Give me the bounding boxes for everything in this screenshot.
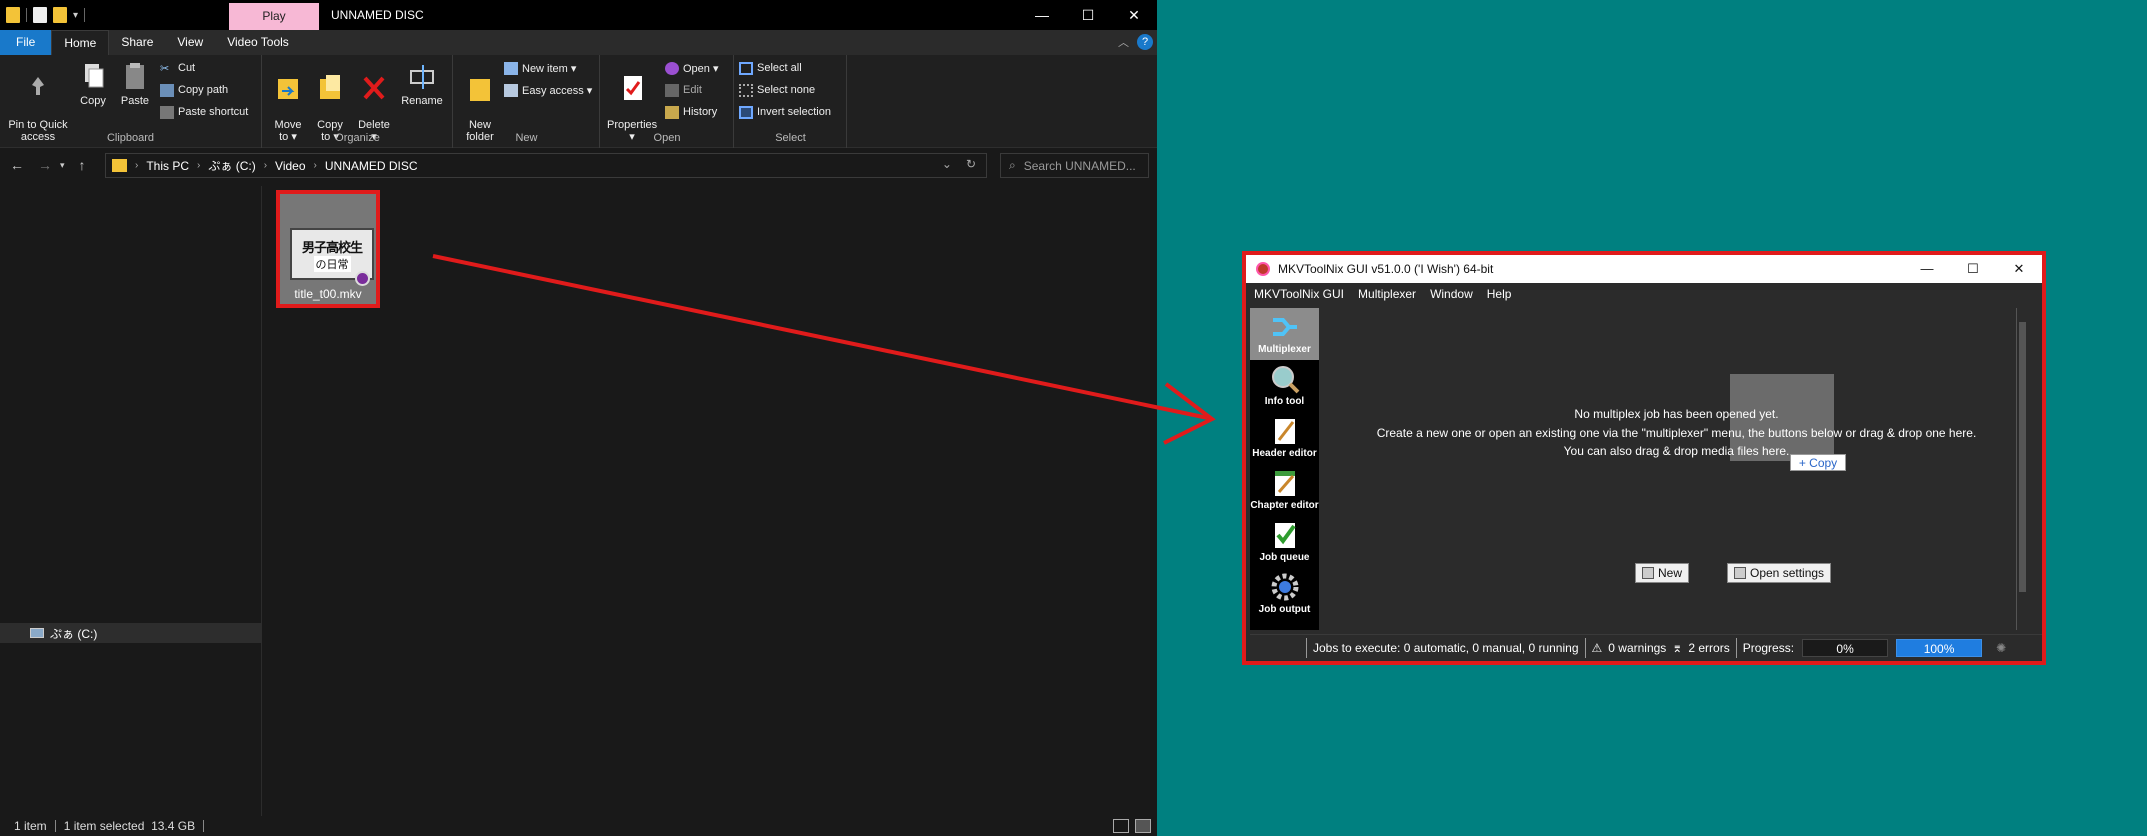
new-button[interactable]: New	[1635, 563, 1690, 583]
open-settings-button[interactable]: Open settings	[1727, 563, 1832, 583]
multiplexer-icon	[1269, 312, 1301, 342]
window-title: MKVToolNix GUI v51.0.0 ('I Wish') 64-bit	[1278, 262, 1494, 276]
divider	[1306, 637, 1307, 658]
divider	[1584, 637, 1586, 658]
menu-multiplexer[interactable]: Multiplexer	[1358, 287, 1416, 301]
create-job-message: Create a new one or open an existing one…	[1376, 426, 1977, 440]
menu-bar: MKVToolNix GUI Multiplexer Window Help	[1246, 283, 2042, 304]
mkvtoolnix-logo-icon	[1256, 262, 1270, 276]
mkvtoolnix-status-bar: Jobs to execute: 0 automatic, 0 manual, …	[1250, 634, 2042, 660]
close-button[interactable]: ✕	[1996, 255, 2042, 283]
sidebar-label: Job output	[1258, 604, 1311, 615]
menu-window[interactable]: Window	[1430, 287, 1473, 301]
gear-icon	[1269, 572, 1301, 602]
maximize-button[interactable]: ☐	[1950, 255, 1996, 283]
chapter-editor-icon	[1269, 468, 1301, 498]
open-settings-icon	[1734, 567, 1746, 579]
scrollbar-thumb[interactable]	[2019, 322, 2026, 592]
vertical-scrollbar[interactable]	[2016, 308, 2028, 630]
current-progress-bar: 0%	[1802, 638, 1889, 657]
mkvtoolnix-titlebar: MKVToolNix GUI v51.0.0 ('I Wish') 64-bit…	[1246, 255, 2042, 283]
sidebar-item-multiplexer[interactable]: Multiplexer	[1250, 308, 1319, 360]
busy-spinner-icon: ✺	[1996, 640, 2007, 655]
jobs-to-execute: Jobs to execute: 0 automatic, 0 manual, …	[1313, 640, 1579, 655]
error-icon[interactable]: ⌆	[1672, 641, 1682, 655]
sidebar-label: Job queue	[1259, 552, 1310, 563]
sidebar-item-job-queue[interactable]: Job queue	[1250, 516, 1319, 568]
open-settings-label: Open settings	[1750, 566, 1825, 580]
drag-copy-tooltip: + Copy	[1790, 454, 1846, 471]
sidebar-label: Header editor	[1252, 448, 1317, 459]
new-button-label: New	[1658, 566, 1683, 580]
sidebar-label: Chapter editor	[1250, 500, 1319, 511]
sidebar-item-header-editor[interactable]: Header editor	[1250, 412, 1319, 464]
header-editor-icon	[1269, 416, 1301, 446]
progress-label: Progress:	[1742, 640, 1795, 655]
warnings-count[interactable]: 0 warnings	[1608, 641, 1666, 655]
minimize-button[interactable]: —	[1904, 255, 1950, 283]
multiplexer-drop-area[interactable]: No multiplex job has been opened yet. Cr…	[1325, 308, 2028, 630]
mkvtoolnix-window: MKVToolNix GUI v51.0.0 ('I Wish') 64-bit…	[1242, 251, 2046, 665]
sidebar-item-info-tool[interactable]: Info tool	[1250, 360, 1319, 412]
menu-help[interactable]: Help	[1487, 287, 1512, 301]
tool-sidebar: Multiplexer Info tool Header editor Chap…	[1250, 308, 1319, 630]
job-queue-icon	[1269, 520, 1301, 550]
sidebar-item-job-output[interactable]: Job output	[1250, 568, 1319, 620]
total-progress-bar: 100%	[1896, 638, 1983, 657]
magnifier-icon	[1269, 364, 1301, 394]
warning-icon[interactable]: ⚠	[1592, 641, 1603, 655]
menu-mkvtoolnix-gui[interactable]: MKVToolNix GUI	[1254, 287, 1344, 301]
divider	[1735, 637, 1737, 658]
new-file-icon	[1642, 567, 1654, 579]
errors-count[interactable]: 2 errors	[1688, 641, 1729, 655]
no-job-message: No multiplex job has been opened yet.	[1574, 407, 1779, 421]
sidebar-label: Multiplexer	[1258, 344, 1311, 355]
drag-drop-message: You can also drag & drop media files her…	[1563, 444, 1790, 458]
sidebar-item-chapter-editor[interactable]: Chapter editor	[1250, 464, 1319, 516]
sidebar-label: Info tool	[1264, 396, 1305, 407]
window-controls: — ☐ ✕	[1904, 255, 2042, 283]
